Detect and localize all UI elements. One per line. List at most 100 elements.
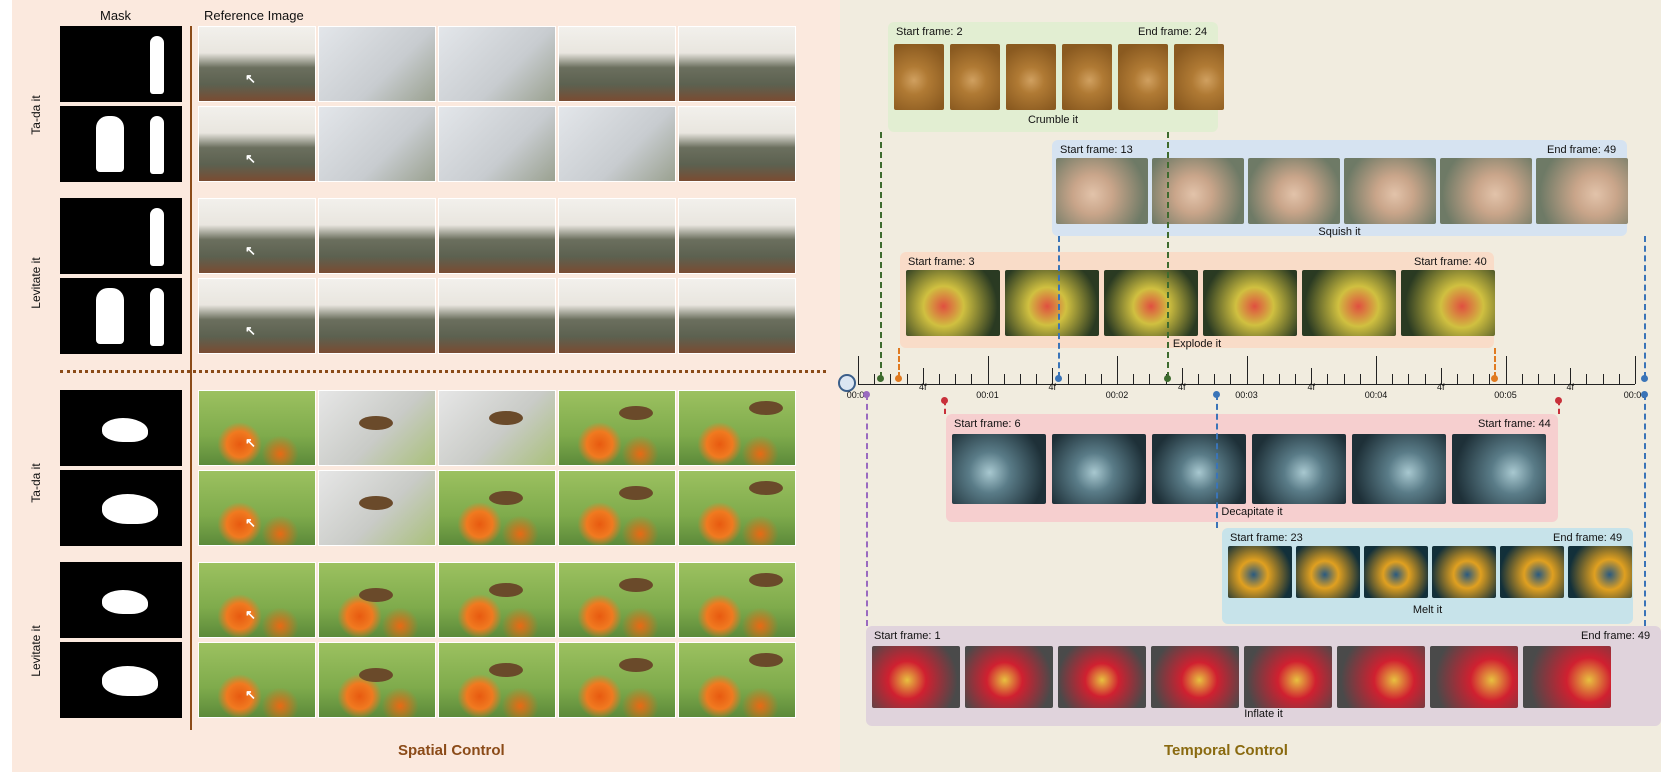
video-frame <box>1152 434 1246 504</box>
mask-image <box>60 470 182 546</box>
video-frame <box>1344 158 1436 224</box>
minor-tick <box>1408 374 1410 384</box>
butterfly-shape <box>749 653 783 667</box>
video-frame <box>1152 158 1244 224</box>
video-frame <box>318 26 436 102</box>
butterfly-shape <box>619 658 653 672</box>
major-tick <box>1505 356 1507 384</box>
butterfly-shape <box>359 416 393 430</box>
video-frame <box>678 198 796 274</box>
video-frame <box>1056 158 1148 224</box>
major-tick <box>1635 356 1636 384</box>
major-tick <box>858 356 859 384</box>
cursor-arrow-icon: ↖ <box>245 323 256 338</box>
step-label: 4f <box>1307 382 1315 392</box>
frame-pin <box>1491 375 1498 382</box>
butterfly-shape <box>359 588 393 602</box>
minor-tick <box>955 374 957 384</box>
minor-tick <box>1473 374 1475 384</box>
dashed-connector <box>866 394 868 626</box>
end-frame-label: Start frame: 40 <box>1414 256 1487 268</box>
mask-image <box>60 26 182 102</box>
video-frame <box>438 278 556 354</box>
video-frame <box>1337 646 1425 708</box>
video-frame <box>558 562 676 638</box>
butterfly-shape <box>619 578 653 592</box>
minor-tick <box>1262 374 1264 384</box>
start-frame-label: Start frame: 2 <box>896 26 963 38</box>
minor-tick <box>1100 374 1102 384</box>
dashed-connector <box>1216 394 1218 528</box>
video-frame <box>558 390 676 466</box>
dashed-connector <box>1494 348 1496 378</box>
video-frame <box>1500 546 1564 598</box>
video-frame: ↖ <box>198 26 316 102</box>
effect-name: Squish it <box>1318 226 1361 238</box>
video-frame <box>678 390 796 466</box>
butterfly-shape <box>489 663 523 677</box>
cursor-arrow-icon: ↖ <box>245 151 256 166</box>
butterfly-silhouette <box>102 590 148 614</box>
minor-tick <box>1278 374 1280 384</box>
video-frame <box>1352 434 1446 504</box>
video-frame <box>678 642 796 718</box>
end-frame-label: End frame: 49 <box>1581 630 1651 642</box>
video-frame <box>678 106 796 182</box>
video-frame <box>1401 270 1495 336</box>
cursor-arrow-icon: ↖ <box>245 435 256 450</box>
video-frame <box>1523 646 1611 708</box>
row-label-levitate-person: Levitate it <box>29 257 43 309</box>
minor-tick <box>1343 374 1345 384</box>
butterfly-shape <box>489 411 523 425</box>
video-frame <box>1296 546 1360 598</box>
column-separator <box>190 26 192 730</box>
video-frame <box>1568 546 1632 598</box>
minor-tick <box>890 374 892 384</box>
video-frame <box>1244 646 1332 708</box>
butterfly-shape <box>749 481 783 495</box>
video-frame <box>1248 158 1340 224</box>
frame-pin <box>1641 391 1648 398</box>
major-tick <box>1246 356 1248 384</box>
butterfly-shape <box>749 401 783 415</box>
frame-pin <box>1164 375 1171 382</box>
time-label: 00:05 <box>1494 390 1517 400</box>
step-label: 4f <box>1566 382 1574 392</box>
time-label: 00:04 <box>1364 390 1388 400</box>
minor-tick <box>1084 374 1086 384</box>
person-silhouette <box>150 116 164 174</box>
person-silhouette <box>96 288 124 344</box>
dashed-connector <box>1167 132 1169 378</box>
step-label: 4f <box>918 382 927 392</box>
minor-tick <box>1133 374 1135 384</box>
start-frame-label: Start frame: 23 <box>1230 532 1303 544</box>
spatial-control-title: Spatial Control <box>398 742 505 759</box>
start-frame-label: Start frame: 13 <box>1060 144 1133 156</box>
minor-tick <box>874 374 876 384</box>
minor-tick <box>1359 374 1361 384</box>
video-frame <box>872 646 960 708</box>
dashed-connector <box>1058 236 1060 378</box>
frame-pin <box>1055 375 1062 382</box>
step-label: 4f <box>1177 382 1186 392</box>
video-frame: ↖ <box>198 198 316 274</box>
video-frame <box>678 278 796 354</box>
video-frame <box>438 198 556 274</box>
person-silhouette <box>96 116 124 172</box>
dashed-connector <box>1644 236 1646 378</box>
minor-tick <box>1521 374 1523 384</box>
video-frame <box>318 390 436 466</box>
effect-name: Decapitate it <box>1221 506 1283 518</box>
video-frame <box>558 106 676 182</box>
butterfly-silhouette <box>102 418 148 442</box>
video-frame <box>1005 270 1099 336</box>
butterfly-shape <box>489 491 523 505</box>
cursor-arrow-icon: ↖ <box>245 515 256 530</box>
butterfly-shape <box>749 573 783 587</box>
section-separator <box>60 370 826 373</box>
video-frame <box>318 278 436 354</box>
frame-pin <box>863 391 870 398</box>
frame-pin <box>877 375 884 382</box>
video-frame <box>438 390 556 466</box>
effect-name: Explode it <box>1172 338 1222 350</box>
